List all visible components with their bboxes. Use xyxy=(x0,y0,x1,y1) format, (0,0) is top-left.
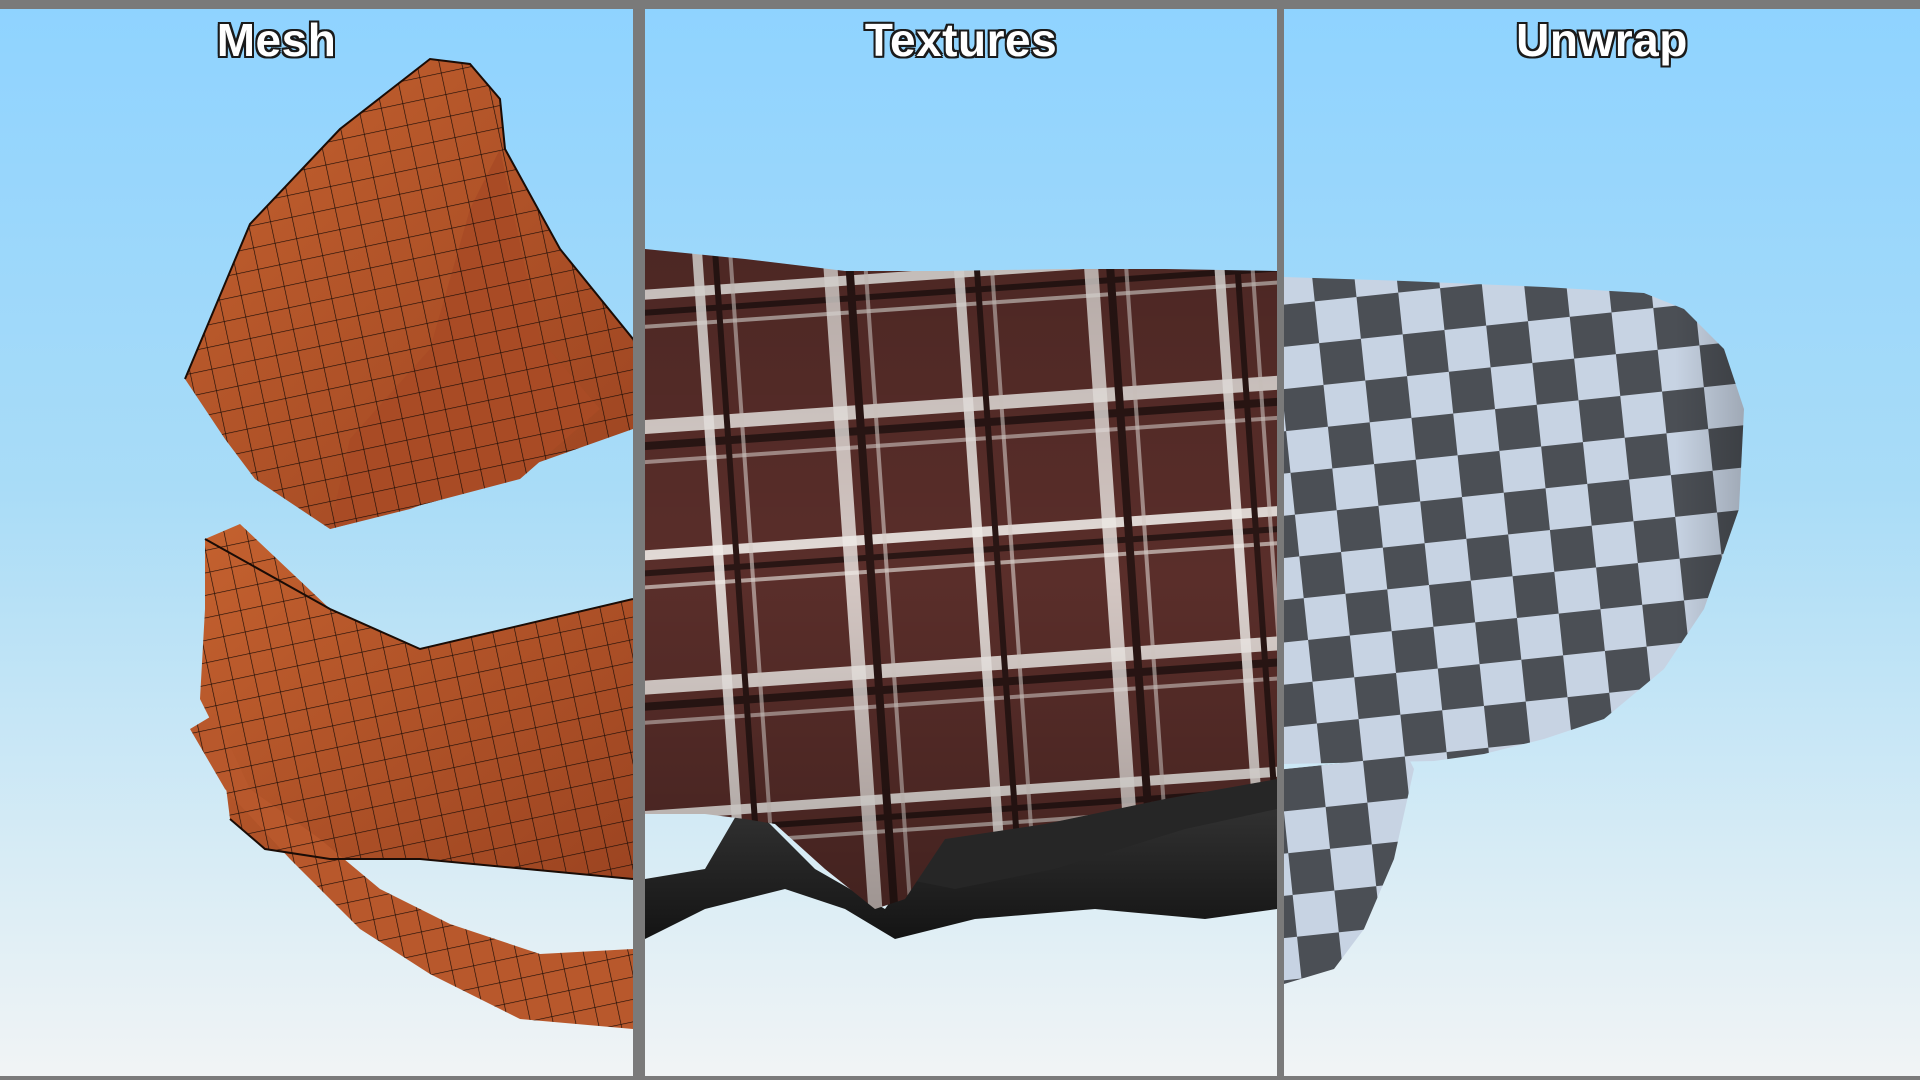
textures-coat-shape xyxy=(645,249,1277,939)
textures-render xyxy=(645,249,1277,939)
unwrap-render xyxy=(1284,277,1744,984)
textures-panel: Textures xyxy=(645,9,1277,1076)
viewer-frame: Mesh Textures Unwrap xyxy=(0,0,1920,1080)
unwrap-panel: Unwrap xyxy=(1284,9,1920,1076)
textures-panel-title: Textures xyxy=(864,14,1058,66)
unwrap-coat-shape xyxy=(1284,277,1744,984)
coat-strap-checker xyxy=(1284,749,1414,984)
mesh-panel-title: Mesh xyxy=(216,14,337,66)
unwrap-panel-title: Unwrap xyxy=(1516,14,1688,66)
mesh-coat-shape xyxy=(184,57,633,1029)
mesh-panel: Mesh xyxy=(0,9,633,1076)
mesh-render xyxy=(184,57,633,1029)
